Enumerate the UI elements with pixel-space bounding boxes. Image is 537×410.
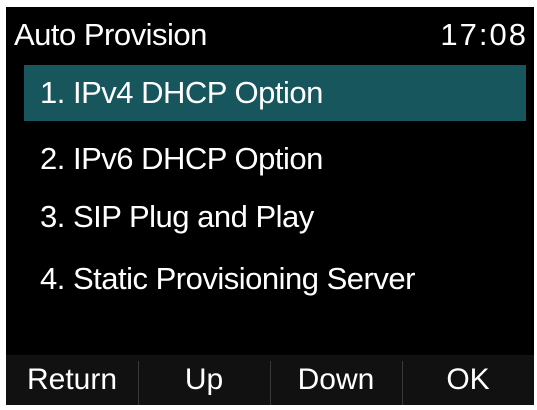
- ok-button[interactable]: OK: [402, 355, 534, 405]
- phone-screen: Auto Provision 17:08 1. IPv4 DHCP Option…: [6, 7, 534, 405]
- menu-item-sip-plug-and-play[interactable]: 3. SIP Plug and Play: [24, 189, 526, 245]
- menu-item-ipv6-dhcp-option[interactable]: 2. IPv6 DHCP Option: [24, 131, 526, 187]
- status-bar: Auto Provision 17:08: [6, 7, 534, 62]
- menu-item-static-provisioning-server[interactable]: 4. Static Provisioning Server: [24, 251, 526, 307]
- up-button[interactable]: Up: [138, 355, 270, 405]
- menu-item-ipv4-dhcp-option[interactable]: 1. IPv4 DHCP Option: [24, 65, 526, 121]
- clock: 17:08: [440, 17, 528, 52]
- softkey-bar: Return Up Down OK: [6, 355, 534, 405]
- down-button[interactable]: Down: [270, 355, 402, 405]
- page-title: Auto Provision: [14, 17, 207, 52]
- return-button[interactable]: Return: [6, 355, 138, 405]
